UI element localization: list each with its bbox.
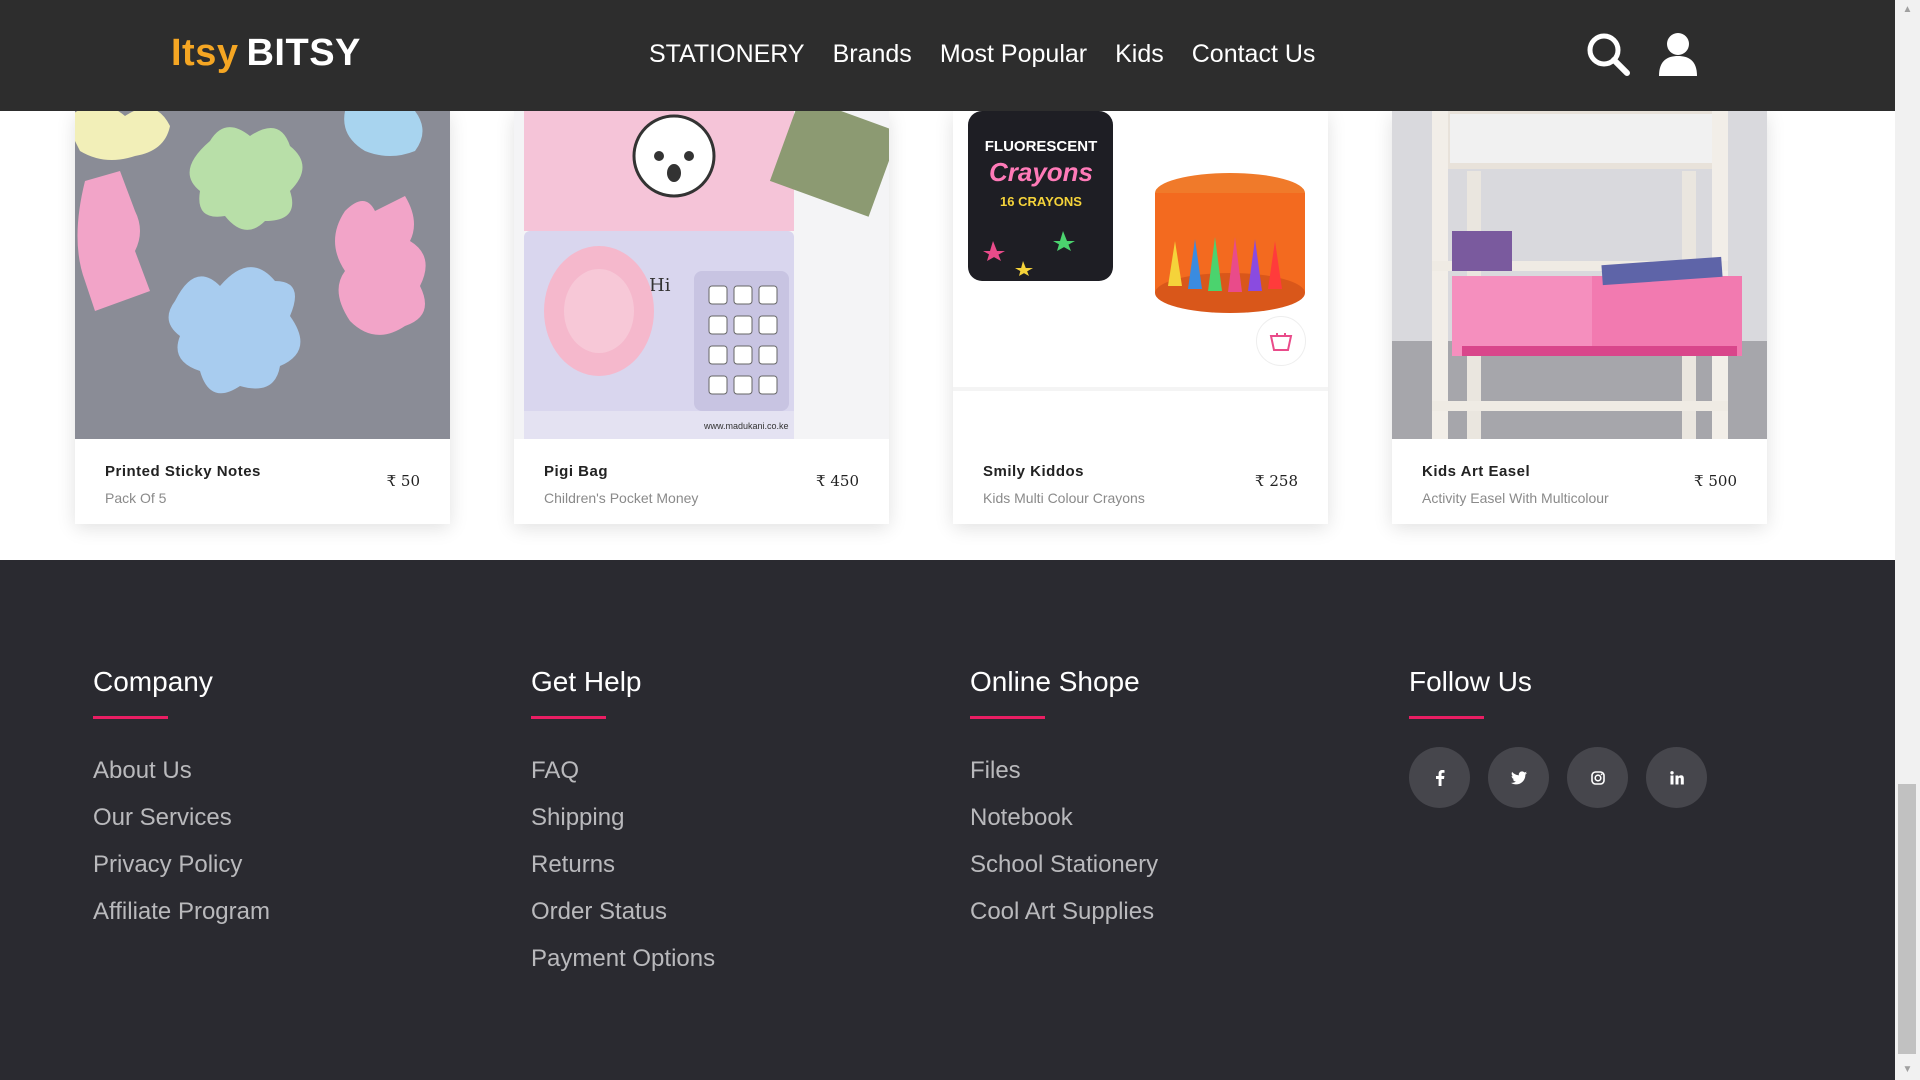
- footer-company: Company About Us Our Services Privacy Po…: [93, 666, 270, 935]
- footer-link-payment-options[interactable]: Payment Options: [531, 935, 715, 982]
- footer-link-privacy-policy[interactable]: Privacy Policy: [93, 841, 270, 888]
- product-image-crayons: FLUORESCENT Crayons 16 CRAYONS: [953, 111, 1328, 439]
- user-icon[interactable]: [1654, 30, 1702, 78]
- heading-underline: [1409, 716, 1484, 719]
- product-info: Kids Art Easel Activity Easel With Multi…: [1392, 439, 1767, 524]
- product-price: ₹ 50: [386, 472, 420, 490]
- product-info: Smily Kiddos Kids Multi Colour Crayons ₹…: [953, 439, 1328, 524]
- footer-link-notebook[interactable]: Notebook: [970, 794, 1158, 841]
- cart-icon: [1269, 333, 1293, 351]
- footer-link-about-us[interactable]: About Us: [93, 747, 270, 794]
- scroll-down-arrow-icon[interactable]: ▼: [1895, 1060, 1920, 1080]
- nav-brands[interactable]: Brands: [833, 40, 912, 69]
- footer-link-cool-art-supplies[interactable]: Cool Art Supplies: [970, 888, 1158, 935]
- add-to-cart-button[interactable]: [1256, 316, 1306, 366]
- scroll-up-arrow-icon[interactable]: ▲: [1895, 0, 1920, 20]
- product-name: Pigi Bag: [544, 463, 609, 480]
- footer-heading: Follow Us: [1409, 666, 1532, 697]
- product-name: Printed Sticky Notes: [105, 463, 261, 480]
- product-card[interactable]: Kids Art Easel Activity Easel With Multi…: [1392, 111, 1767, 524]
- footer-online-shop: Online Shope Files Notebook School Stati…: [970, 666, 1158, 935]
- site-logo[interactable]: Itsy BITSY: [171, 32, 361, 75]
- crayon-can-label-2: Crayons: [989, 157, 1093, 187]
- product-card[interactable]: Hi www.madukani.co.ke Pigi Bag Children'…: [514, 111, 889, 524]
- pigi-hi-text: Hi: [649, 275, 671, 296]
- search-icon[interactable]: [1584, 30, 1632, 78]
- twitter-button[interactable]: [1488, 747, 1549, 808]
- footer-heading: Get Help: [531, 666, 642, 697]
- footer-heading: Online Shope: [970, 666, 1140, 697]
- product-subtitle: Activity Easel With Multicolour: [1422, 490, 1609, 506]
- footer-heading: Company: [93, 666, 213, 697]
- product-price: ₹ 500: [1694, 472, 1737, 490]
- footer-follow-us: Follow Us: [1409, 666, 1707, 808]
- heading-underline: [531, 716, 606, 719]
- heading-underline: [93, 716, 168, 719]
- footer-link-shipping[interactable]: Shipping: [531, 794, 715, 841]
- product-subtitle: Pack Of 5: [105, 490, 167, 506]
- footer-link-affiliate-program[interactable]: Affiliate Program: [93, 888, 270, 935]
- nav-most-popular[interactable]: Most Popular: [940, 40, 1087, 69]
- product-name: Smily Kiddos: [983, 463, 1085, 480]
- product-name: Kids Art Easel: [1422, 463, 1531, 480]
- crayon-can-label-3: 16 CRAYONS: [1000, 194, 1082, 209]
- nav-stationery[interactable]: STATIONERY: [649, 40, 805, 69]
- footer-link-school-stationery[interactable]: School Stationery: [970, 841, 1158, 888]
- product-image-pigi-bag: Hi www.madukani.co.ke: [514, 111, 889, 439]
- crayon-can-label-1: FLUORESCENT: [985, 138, 1098, 155]
- top-navbar: Itsy BITSY STATIONERY Brands Most Popular…: [0, 0, 1895, 111]
- product-card[interactable]: Printed Sticky Notes Pack Of 5 ₹ 50: [75, 111, 450, 524]
- product-price: ₹ 450: [816, 472, 859, 490]
- product-info: Pigi Bag Children's Pocket Money ₹ 450: [514, 439, 889, 524]
- nav-kids[interactable]: Kids: [1115, 40, 1164, 69]
- footer-link-order-status[interactable]: Order Status: [531, 888, 715, 935]
- product-image-art-easel: [1392, 111, 1767, 439]
- footer-link-returns[interactable]: Returns: [531, 841, 715, 888]
- scrollbar-thumb[interactable]: [1898, 784, 1916, 1054]
- pigi-url-text: www.madukani.co.ke: [703, 421, 789, 431]
- heading-underline: [970, 716, 1045, 719]
- product-image-sticky-notes: [75, 111, 450, 439]
- product-price: ₹ 258: [1255, 472, 1298, 490]
- logo-bitsy: BITSY: [246, 32, 361, 74]
- footer-get-help: Get Help FAQ Shipping Returns Order Stat…: [531, 666, 715, 982]
- main-nav: STATIONERY Brands Most Popular Kids Cont…: [649, 40, 1343, 69]
- product-subtitle: Kids Multi Colour Crayons: [983, 490, 1145, 506]
- site-footer: Company About Us Our Services Privacy Po…: [0, 560, 1895, 1080]
- footer-link-files[interactable]: Files: [970, 747, 1158, 794]
- facebook-icon: [1435, 769, 1444, 786]
- footer-link-our-services[interactable]: Our Services: [93, 794, 270, 841]
- twitter-icon: [1510, 770, 1527, 784]
- product-info: Printed Sticky Notes Pack Of 5 ₹ 50: [75, 439, 450, 524]
- page-scrollbar[interactable]: ▲ ▼: [1895, 0, 1920, 1080]
- social-links: [1409, 747, 1707, 808]
- instagram-icon: [1590, 770, 1605, 785]
- linkedin-icon: [1669, 770, 1684, 784]
- product-grid: Printed Sticky Notes Pack Of 5 ₹ 50 Hi w…: [0, 111, 1895, 560]
- linkedin-button[interactable]: [1646, 747, 1707, 808]
- footer-link-faq[interactable]: FAQ: [531, 747, 715, 794]
- nav-contact-us[interactable]: Contact Us: [1192, 40, 1316, 69]
- facebook-button[interactable]: [1409, 747, 1470, 808]
- product-subtitle: Children's Pocket Money: [544, 490, 699, 506]
- product-card[interactable]: FLUORESCENT Crayons 16 CRAYONS Smily Kid…: [953, 111, 1328, 524]
- instagram-button[interactable]: [1567, 747, 1628, 808]
- logo-itsy: Itsy: [171, 32, 239, 74]
